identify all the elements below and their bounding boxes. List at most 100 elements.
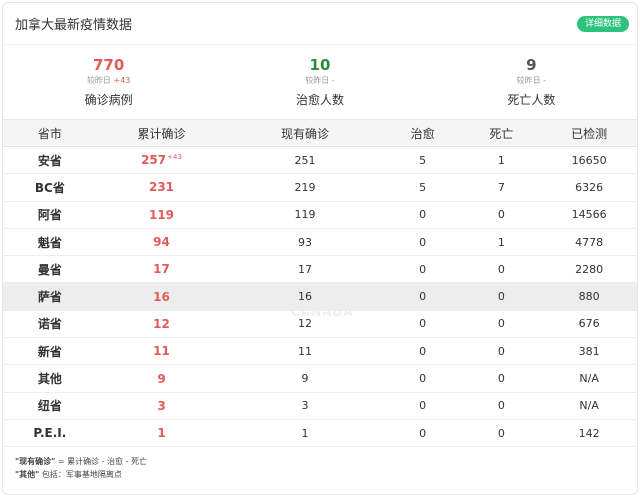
card-header: 加拿大最新疫情数据 详细数据 (3, 3, 637, 45)
header-province: 省市 (37, 126, 62, 141)
cell-deaths-text: 0 (497, 208, 505, 222)
cell-current: 93 (226, 236, 384, 249)
cell-confirmed-text: 17 (153, 262, 170, 277)
cell-confirmed: 17 (97, 262, 227, 276)
cell-tested-text: 2280 (575, 262, 604, 276)
cell-tested-text: N/A (579, 372, 599, 386)
cell-tested: N/A (541, 399, 637, 412)
cell-province: 曼省 (3, 261, 97, 278)
table-row[interactable]: 新省 11 11 0 0 381 (3, 338, 637, 366)
cell-recovered-text: 0 (419, 317, 427, 331)
cell-deaths: 0 (462, 263, 542, 276)
cell-recovered: 5 (384, 181, 462, 194)
cell-province: 萨省 (3, 288, 97, 305)
cell-province: 其他 (3, 370, 97, 387)
summary-stats: 770 较昨日 +43 确诊病例 10 较昨日 - 治愈人数 9 较昨日 - 死… (3, 45, 637, 119)
cell-deaths-text: 0 (497, 372, 505, 386)
stat-confirmed-value: 770 (93, 56, 125, 74)
table-row[interactable]: 魁省 94 93 0 1 4778 (3, 229, 637, 257)
cell-confirmed: 231 (97, 180, 227, 194)
cell-confirmed-text: 94 (153, 235, 170, 250)
table-row[interactable]: 诺省 12 12 0 0 676 (3, 311, 637, 339)
cell-recovered: 0 (384, 263, 462, 276)
cell-province-text: 纽省 (37, 399, 62, 414)
table-row[interactable]: 阿省 119 119 0 0 14566 (3, 202, 637, 229)
cell-current: 17 (226, 263, 384, 276)
cell-current: 11 (226, 345, 384, 358)
cell-deaths-text: 0 (497, 426, 505, 440)
cell-deaths: 0 (462, 317, 542, 330)
footnotes: "现有确诊" = 累计确诊 - 治愈 - 死亡 "其他" 包括：军事基地隔离点 (3, 447, 637, 481)
table-row[interactable]: 萨省 16 16 0 0 880 (3, 283, 637, 311)
cell-current: 12 (226, 317, 384, 330)
header-deaths: 死亡 (489, 126, 514, 141)
cell-recovered: 0 (384, 236, 462, 249)
delta-value: - (543, 76, 547, 85)
cell-province-text: BC省 (34, 180, 65, 195)
cell-current: 9 (226, 372, 384, 385)
cell-recovered: 0 (384, 399, 462, 412)
cell-current-text: 17 (298, 262, 313, 276)
cell-current: 16 (226, 290, 384, 303)
table-row[interactable]: 纽省 3 3 0 0 N/A (3, 393, 637, 420)
cell-province-text: 萨省 (37, 290, 62, 305)
table-row[interactable]: BC省 231 219 5 7 6326 (3, 174, 637, 202)
cell-confirmed-text: 3 (157, 398, 166, 413)
table-row[interactable]: 安省 257+43 251 5 1 16650 (3, 147, 637, 175)
header-current: 现有确诊 (281, 126, 330, 141)
delta-label: 较昨日 (86, 76, 111, 85)
cell-confirmed-text: 12 (153, 316, 170, 331)
cell-province: BC省 (3, 179, 97, 196)
stat-confirmed-label: 确诊病例 (84, 93, 133, 107)
cell-current-text: 12 (298, 317, 313, 331)
cell-tested-text: 676 (578, 317, 600, 331)
cell-confirmed-text: 257 (141, 153, 167, 168)
cell-province: 阿省 (3, 206, 97, 223)
cell-tested: 6326 (541, 181, 637, 194)
header-tested: 已检测 (571, 126, 608, 141)
table-row[interactable]: P.E.I. 1 1 0 0 142 (3, 420, 637, 448)
cell-confirmed-text: 119 (148, 207, 175, 222)
cell-current-text: 9 (301, 372, 309, 386)
cell-recovered: 0 (384, 372, 462, 385)
cell-recovered-text: 0 (419, 235, 427, 249)
stat-deaths-value: 9 (526, 56, 537, 74)
cell-tested: N/A (541, 372, 637, 385)
cell-confirmed: 12 (97, 317, 227, 331)
table-row[interactable]: 曼省 17 17 0 0 2280 (3, 256, 637, 284)
cell-deaths-text: 0 (497, 344, 505, 358)
cell-tested: 142 (541, 427, 637, 440)
cell-current: 3 (226, 399, 384, 412)
cell-current-text: 93 (298, 235, 313, 249)
cell-deaths: 1 (462, 236, 542, 249)
cell-current: 119 (226, 208, 384, 221)
cell-current-text: 3 (301, 399, 309, 413)
cell-tested-text: 381 (578, 344, 600, 358)
cell-recovered-text: 5 (419, 153, 427, 167)
table-row[interactable]: 其他 9 9 0 0 N/A (3, 365, 637, 393)
cell-recovered-text: 5 (419, 180, 427, 194)
cell-tested-text: N/A (579, 399, 599, 413)
stat-deaths: 9 较昨日 - 死亡人数 (426, 45, 637, 119)
cell-tested-text: 14566 (571, 208, 607, 222)
cell-province-text: 魁省 (37, 235, 62, 250)
cell-confirmed-text: 11 (153, 344, 170, 359)
cell-confirmed: 16 (97, 290, 227, 304)
cell-province-text: 阿省 (37, 208, 62, 223)
cell-recovered: 0 (384, 290, 462, 303)
cell-province: 诺省 (3, 315, 97, 332)
cell-current: 251 (226, 154, 384, 167)
cell-province: 安省 (3, 152, 97, 169)
stat-deaths-delta: 较昨日 - (426, 75, 637, 87)
cell-deaths-text: 0 (497, 317, 505, 331)
cell-current-text: 219 (294, 180, 316, 194)
cell-deaths-text: 0 (497, 262, 505, 276)
table-header: 省市 累计确诊 现有确诊 治愈 死亡 已检测 (3, 119, 637, 147)
footnote-term: "现有确诊" (15, 457, 56, 467)
cell-recovered-text: 0 (419, 344, 427, 358)
cell-confirmed: 119 (97, 208, 227, 222)
cell-current-text: 16 (298, 290, 313, 304)
cell-current-text: 11 (298, 344, 313, 358)
stat-confirmed-delta: 较昨日 +43 (3, 75, 214, 87)
detail-data-button[interactable]: 详细数据 (576, 15, 629, 32)
